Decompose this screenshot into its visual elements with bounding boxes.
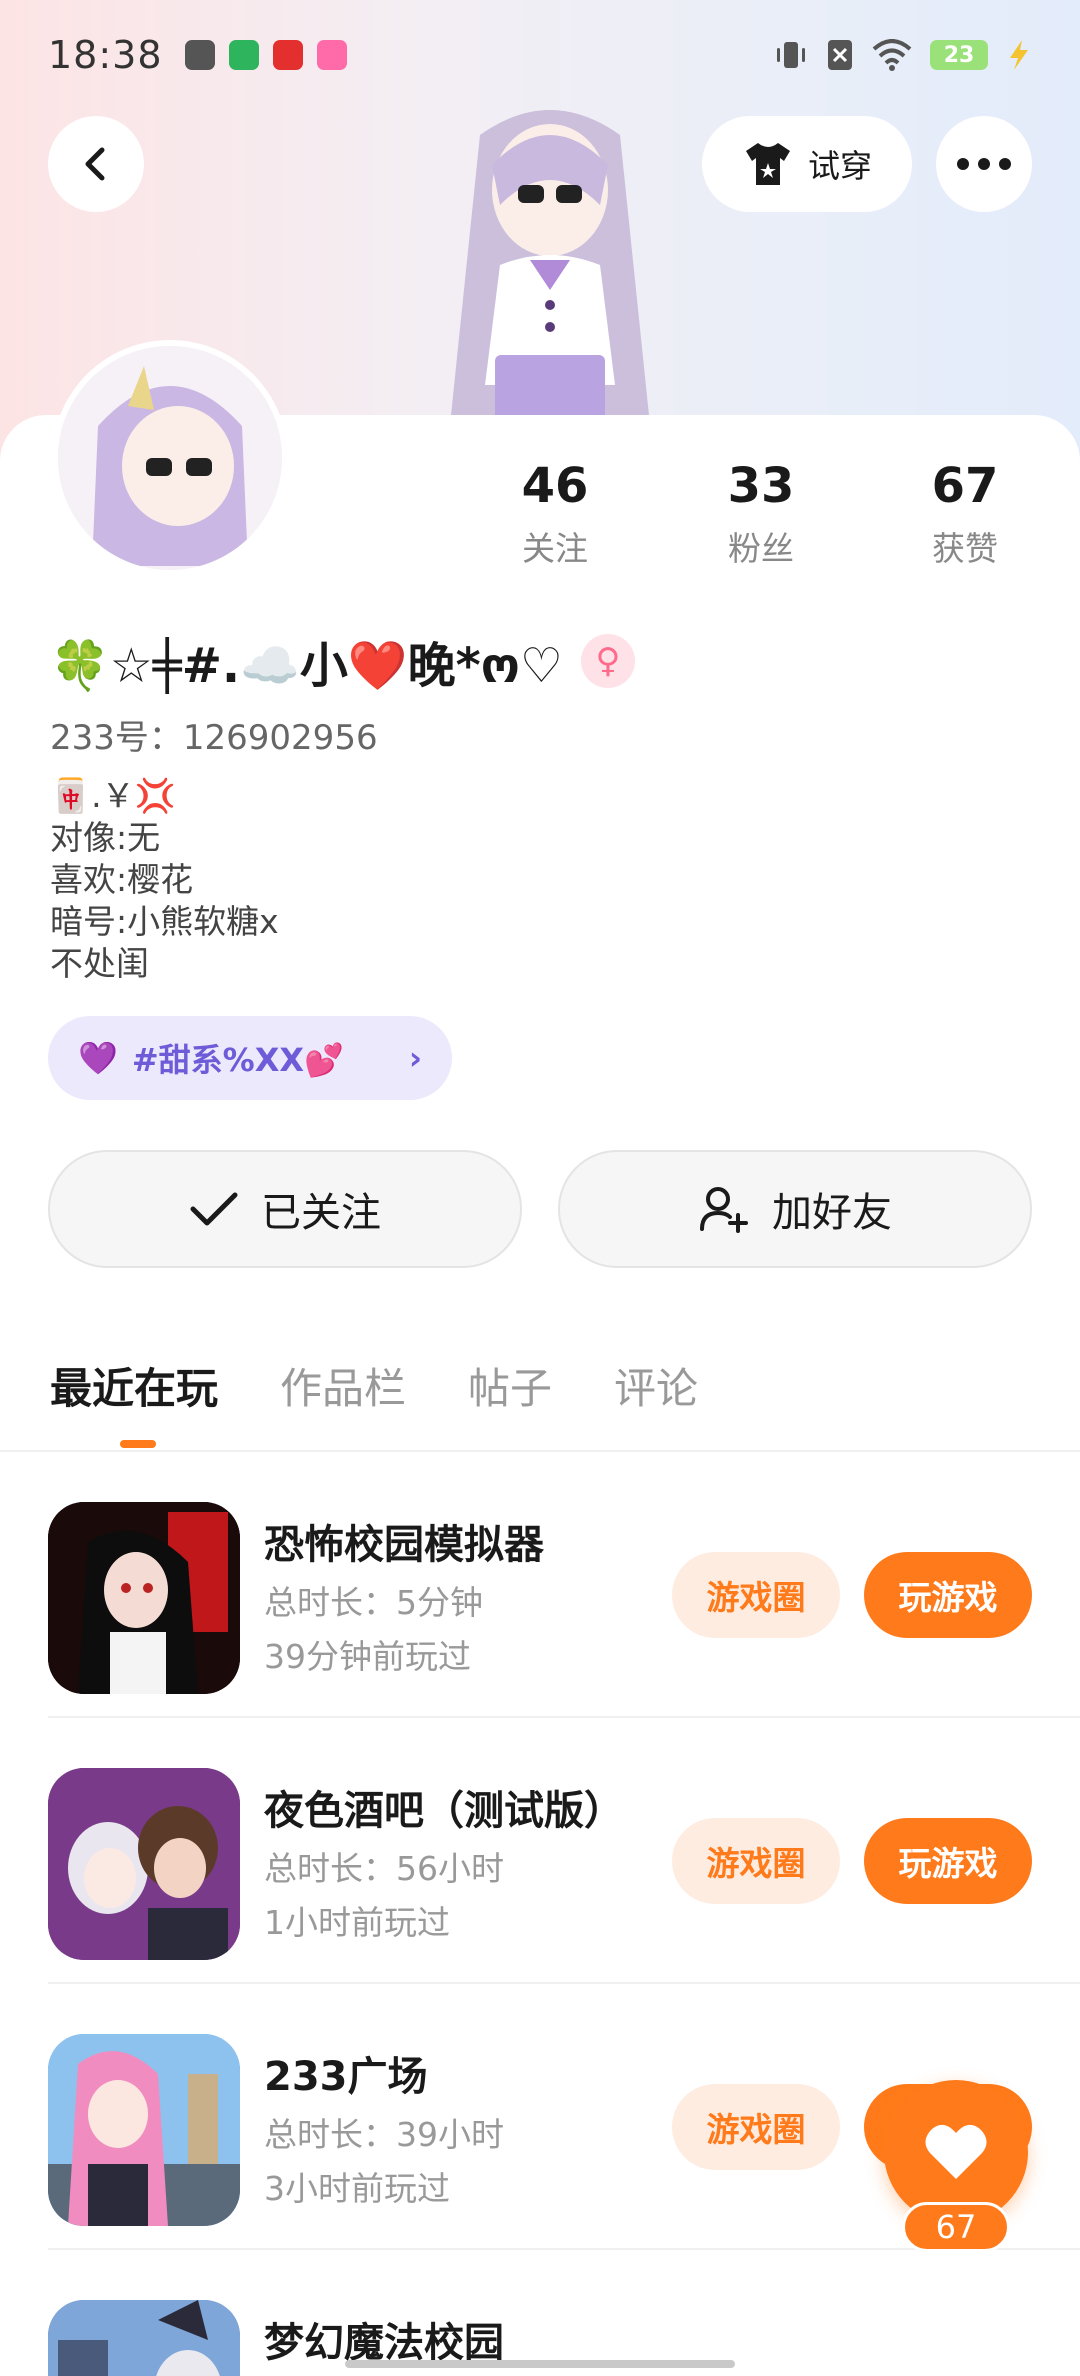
status-time: 18:38: [48, 33, 163, 77]
tab-posts[interactable]: 帖子: [468, 1355, 552, 1416]
following-count: 46: [521, 458, 589, 514]
game-circle-button[interactable]: 游戏圈: [672, 2084, 840, 2170]
try-on-label: 试穿: [807, 147, 872, 185]
charging-icon: [1010, 40, 1028, 70]
heart-icon: [925, 2124, 987, 2179]
bio-line: 对像:无: [50, 818, 161, 857]
game-duration: 总时长：5分钟: [264, 1583, 483, 1622]
add-user-icon: [700, 1187, 748, 1233]
game-title: 233广场: [264, 2054, 428, 2100]
game-circle-button[interactable]: 游戏圈: [672, 1818, 840, 1904]
game-duration: 总时长：39小时: [264, 2115, 504, 2154]
game-last-played: 39分钟前玩过: [264, 1637, 471, 1676]
avatar-character-illustration: [450, 110, 650, 435]
interest-tag[interactable]: 💜 #甜系%XX💕 ›: [48, 1016, 452, 1100]
game-icon: [48, 1768, 240, 1960]
purple-heart-icon: 💜: [78, 1039, 118, 1077]
active-tab-indicator: [120, 1440, 156, 1448]
play-game-button[interactable]: 玩游戏: [864, 1818, 1032, 1904]
try-on-button[interactable]: 试穿: [702, 116, 912, 212]
wifi-icon: [872, 39, 912, 71]
tab-recently-played[interactable]: 最近在玩: [50, 1355, 218, 1416]
checkmark-icon: [190, 1192, 238, 1226]
news-app-icon: [272, 40, 303, 70]
game-meta: 总时长：5分钟 39分钟前玩过: [264, 1576, 483, 1684]
game-icon: [48, 2300, 240, 2376]
stat-following[interactable]: 46 关注: [475, 458, 635, 570]
tab-comments[interactable]: 评论: [614, 1355, 698, 1416]
like-count-badge: 67: [902, 2202, 1010, 2252]
game-circle-button[interactable]: 游戏圈: [672, 1552, 840, 1638]
notification-icons: [184, 40, 347, 70]
stat-likes[interactable]: 67 获赞: [885, 458, 1045, 570]
no-sim-icon: [828, 40, 852, 70]
stat-followers[interactable]: 33 粉丝: [681, 458, 841, 570]
profile-avatar[interactable]: [52, 340, 288, 576]
game-item[interactable]: 夜色酒吧（测试版） 总时长：56小时 1小时前玩过 游戏圈 玩游戏: [0, 1718, 1080, 1984]
game-title: 恐怖校园模拟器: [264, 1522, 544, 1568]
tshirt-icon: [745, 143, 790, 185]
likes-label: 获赞: [932, 529, 998, 568]
game-duration: 总时长：56小时: [264, 1849, 504, 1888]
more-dots-icon: [957, 158, 1011, 170]
magic-school-artwork: [48, 2300, 240, 2376]
night-bar-artwork: [48, 1768, 240, 1960]
likes-count: 67: [931, 458, 999, 514]
profile-tabs: 最近在玩 作品栏 帖子 评论: [50, 1355, 698, 1416]
play-game-button[interactable]: 玩游戏: [864, 1552, 1032, 1638]
game-title: 夜色酒吧（测试版）: [264, 1788, 624, 1834]
game-meta: 总时长：56小时 1小时前玩过: [264, 1842, 504, 1950]
game-last-played: 1小时前玩过: [264, 1903, 450, 1942]
video-app-icon: [228, 40, 259, 70]
tab-works[interactable]: 作品栏: [280, 1355, 406, 1416]
game-icon: [48, 1502, 240, 1694]
calendar-app-icon: [316, 40, 347, 70]
nickname-row: 🍀☆╪#.☁️小❤️晚*ო♡ ♀: [50, 626, 635, 696]
nickname: 🍀☆╪#.☁️小❤️晚*ო♡: [50, 638, 563, 694]
back-arrow-icon: [85, 147, 105, 181]
game-last-played: 3小时前玩过: [264, 2169, 450, 2208]
bio-line: 🀄.￥💢: [50, 776, 176, 815]
bio: 🀄.￥💢 对像:无 喜欢:樱花 暗号:小熊软糖x 不处闺: [50, 775, 279, 985]
following-button-label: 已关注: [261, 1190, 381, 1236]
female-gender-icon: ♀: [580, 634, 635, 688]
followers-label: 粉丝: [728, 529, 794, 568]
game-meta: 总时长：39小时 3小时前玩过: [264, 2108, 504, 2216]
home-indicator[interactable]: [345, 2360, 735, 2368]
chevron-right-icon: ›: [408, 1039, 422, 1077]
avatar-image: [58, 346, 282, 570]
add-friend-label: 加好友: [772, 1190, 892, 1236]
status-bar: 18:38 23: [0, 0, 1080, 110]
user-id: 233号：126902956: [50, 718, 378, 758]
followers-count: 33: [727, 458, 795, 514]
game-item[interactable]: 恐怖校园模拟器 总时长：5分钟 39分钟前玩过 游戏圈 玩游戏: [0, 1452, 1080, 1718]
back-button[interactable]: [48, 116, 144, 212]
battery-indicator: 23: [930, 40, 988, 70]
vibrate-icon: [777, 42, 805, 68]
system-status-icons: 23: [774, 38, 1032, 72]
add-friend-button[interactable]: 加好友: [558, 1150, 1032, 1268]
more-options-button[interactable]: [936, 116, 1032, 212]
following-button[interactable]: 已关注: [48, 1150, 522, 1268]
bio-line: 不处闺: [50, 944, 149, 983]
game-icon: [48, 2034, 240, 2226]
interest-tag-label: #甜系%XX💕: [131, 1041, 344, 1079]
plaza-artwork: [48, 2034, 240, 2226]
game-item[interactable]: 梦幻魔法校园: [0, 2250, 1080, 2376]
horror-school-artwork: [48, 1502, 240, 1694]
bio-line: 喜欢:樱花: [50, 860, 194, 899]
following-label: 关注: [522, 529, 588, 568]
bio-line: 暗号:小熊软糖x: [50, 902, 279, 941]
app-notification-icon: [184, 40, 215, 70]
